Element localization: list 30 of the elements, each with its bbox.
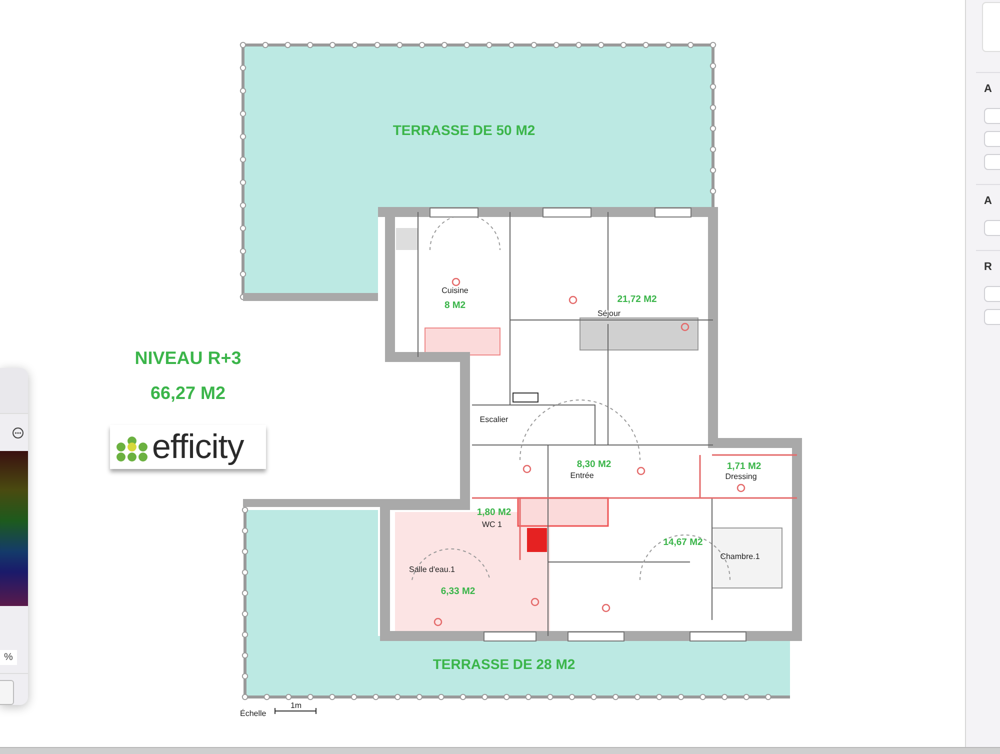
scale-bar [274, 708, 316, 714]
room-name: Salle d'eau.1 [409, 565, 455, 574]
room-name: Entrée [570, 471, 594, 480]
terrace-label: TERRASSE DE 28 M2 [432, 656, 576, 672]
scale-label: Échelle [240, 709, 266, 718]
section-heading: A [984, 195, 993, 207]
opacity-field[interactable]: % [0, 650, 17, 665]
section-heading: R [984, 261, 993, 273]
room-name: Séjour [597, 309, 621, 318]
section-heading: A [984, 83, 993, 95]
room-area: 8,30 M2 [576, 459, 612, 470]
room-area: 14,67 M2 [663, 537, 703, 548]
room-area: 21,72 M2 [617, 294, 657, 305]
color-spectrum[interactable] [0, 451, 28, 606]
room-area: 1,71 M2 [726, 461, 762, 472]
more-options-icon[interactable] [12, 426, 24, 439]
room-name: Cuisine [442, 286, 468, 295]
color-swatch[interactable] [0, 680, 14, 706]
scale-unit: 1m [290, 701, 302, 710]
logo-text: efficity [152, 430, 244, 464]
room-name: Escalier [480, 415, 508, 424]
room-name: Chambre.1 [720, 552, 760, 561]
level-title: NIVEAU R+3 [134, 348, 242, 368]
room-name: Dressing [725, 472, 757, 481]
terrace-label: TERRASSE DE 50 M2 [392, 122, 536, 138]
total-area: 66,27 M2 [150, 383, 226, 403]
room-area: 1,80 M2 [476, 507, 512, 518]
room-name: WC 1 [482, 520, 502, 529]
room-area: 6,33 M2 [440, 586, 476, 597]
room-area: 8 M2 [444, 300, 466, 311]
